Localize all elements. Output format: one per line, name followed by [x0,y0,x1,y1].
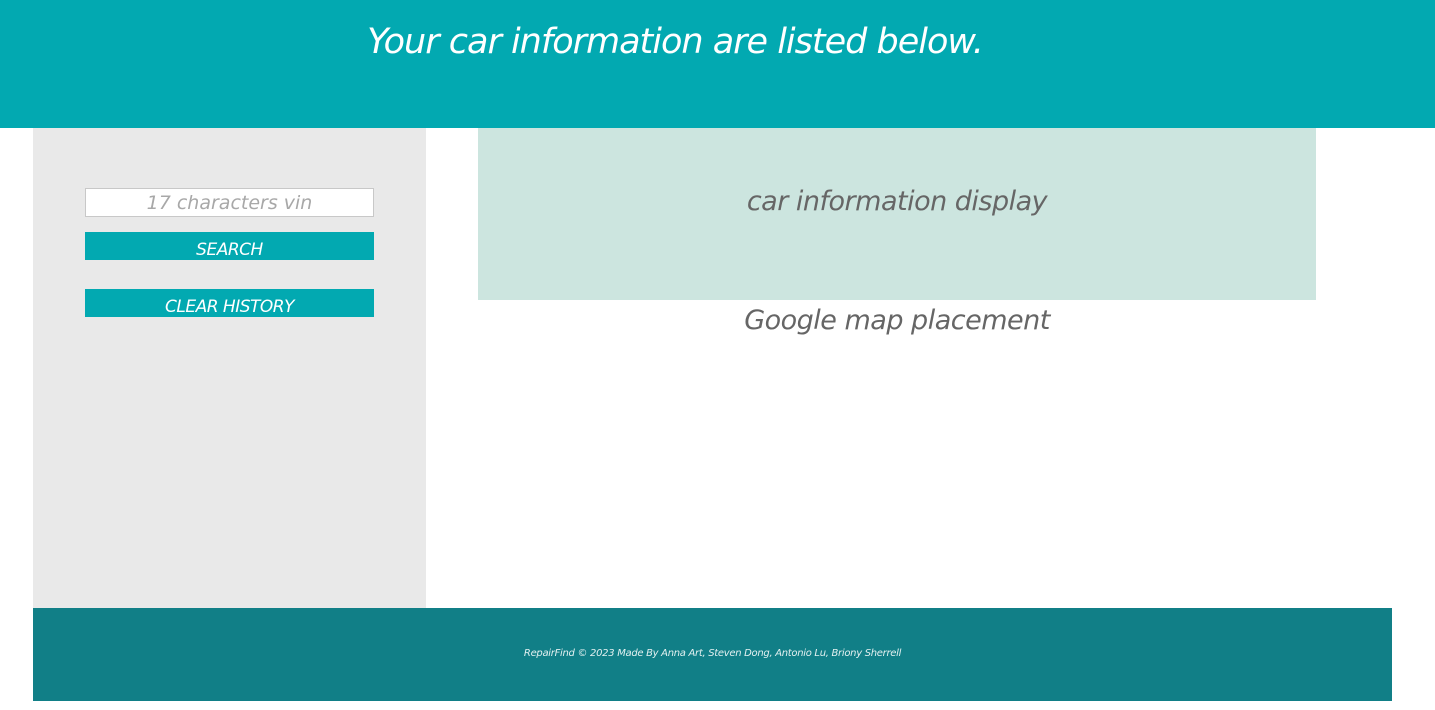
search-button[interactable]: SEARCH [85,232,374,260]
google-map-placement: Google map placement [744,305,1050,336]
page-header: Your car information are listed below. [0,0,1435,128]
page-footer: RepairFind © 2023 Made By Anna Art, Stev… [33,608,1392,701]
footer-credits: RepairFind © 2023 Made By Anna Art, Stev… [523,648,902,659]
clear-history-button[interactable]: CLEAR HISTORY [85,289,374,317]
car-information-display-label: car information display [746,186,1048,217]
page-title: Your car information are listed below. [367,22,984,62]
vin-search-input[interactable] [85,188,374,217]
car-information-display: car information display [478,128,1316,300]
